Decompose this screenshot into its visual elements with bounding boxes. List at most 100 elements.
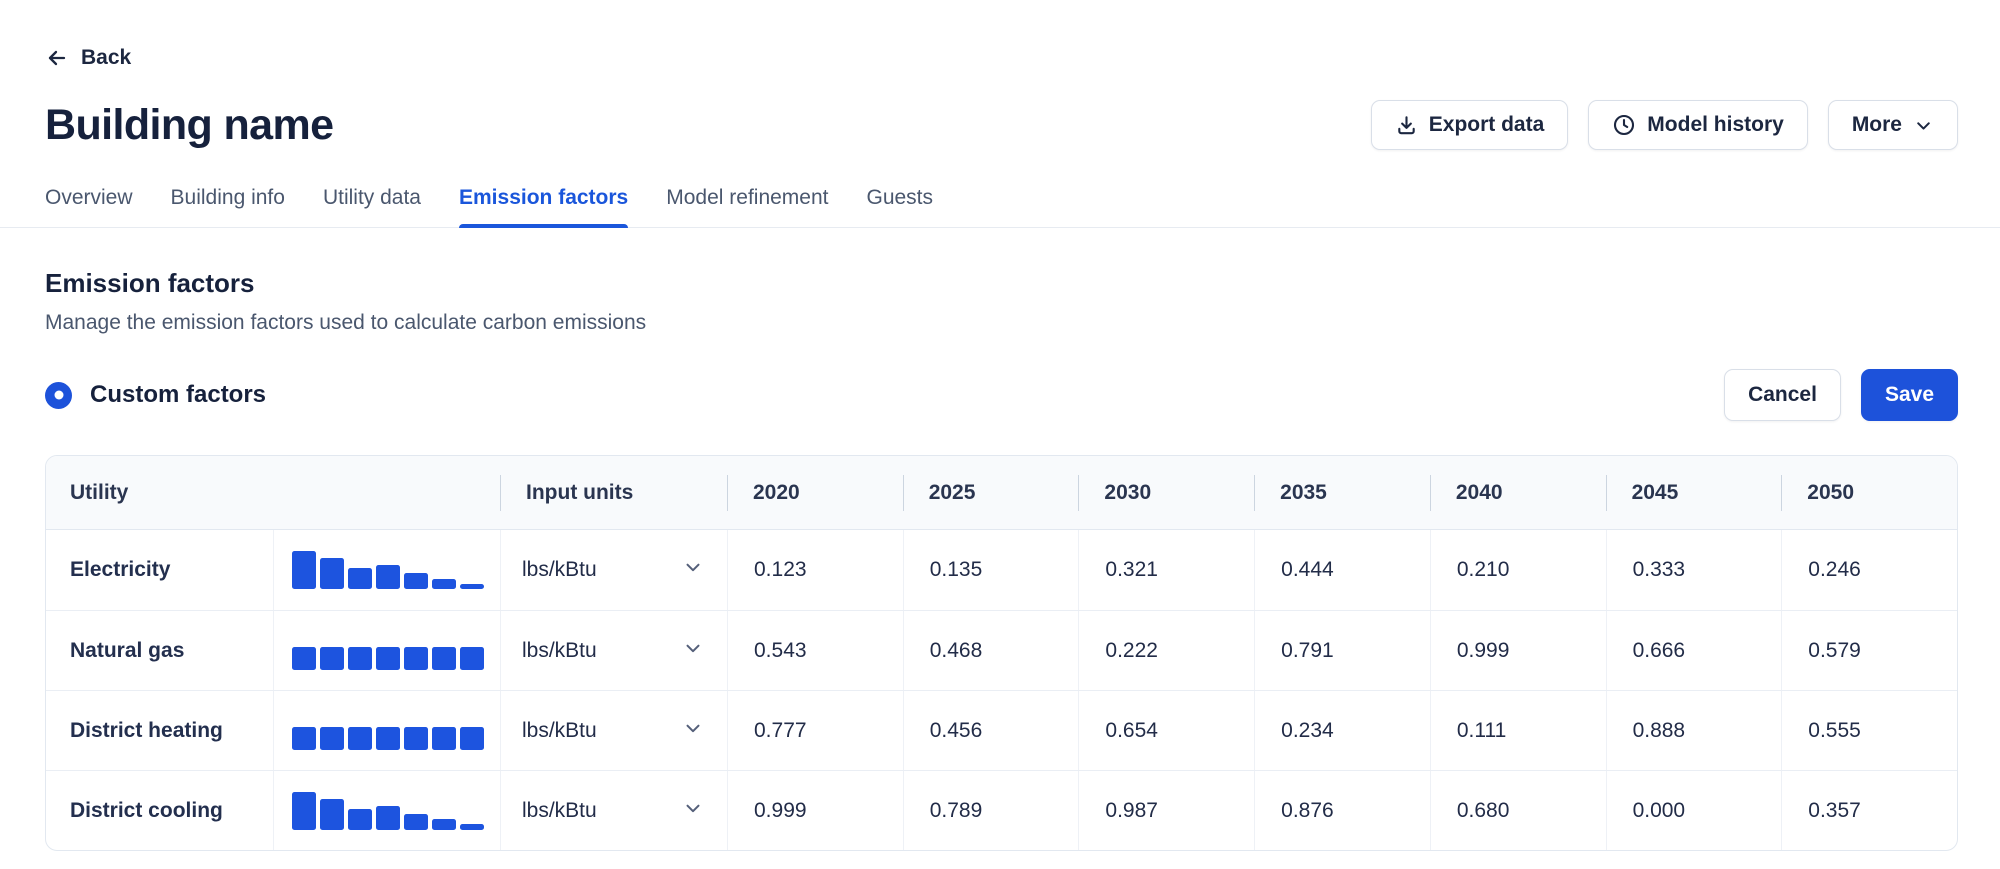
tab-building-info[interactable]: Building info bbox=[171, 186, 285, 227]
tab-overview[interactable]: Overview bbox=[45, 186, 133, 227]
input-units-select[interactable]: lbs/kBtu bbox=[500, 530, 727, 610]
factor-value-cell[interactable]: 0.444 bbox=[1254, 530, 1430, 610]
tab-emission-factors[interactable]: Emission factors bbox=[459, 186, 628, 227]
factor-value-cell[interactable]: 0.111 bbox=[1430, 691, 1606, 770]
clock-icon bbox=[1612, 113, 1636, 137]
factor-value-cell[interactable]: 0.680 bbox=[1430, 771, 1606, 850]
factor-value-cell[interactable]: 0.456 bbox=[903, 691, 1079, 770]
factor-value-cell[interactable]: 0.579 bbox=[1781, 611, 1957, 690]
factor-value-cell[interactable]: 0.999 bbox=[727, 771, 903, 850]
factor-value-cell[interactable]: 0.321 bbox=[1078, 530, 1254, 610]
title-row: Building name Export data Model history bbox=[45, 100, 1958, 150]
back-link[interactable]: Back bbox=[45, 46, 131, 70]
factor-value-cell[interactable]: 0.357 bbox=[1781, 771, 1957, 850]
column-header-utility: Utility bbox=[46, 456, 500, 529]
factor-value-cell[interactable]: 0.999 bbox=[1430, 611, 1606, 690]
tab-utility-data[interactable]: Utility data bbox=[323, 186, 421, 227]
sparkline bbox=[292, 551, 484, 589]
model-history-label: Model history bbox=[1647, 113, 1784, 137]
utility-name: Natural gas bbox=[46, 611, 273, 690]
sparkline-bar bbox=[404, 814, 428, 830]
back-label: Back bbox=[81, 46, 131, 70]
input-units-select[interactable]: lbs/kBtu bbox=[500, 691, 727, 770]
factor-value-cell[interactable]: 0.246 bbox=[1781, 530, 1957, 610]
factor-value-cell[interactable]: 0.555 bbox=[1781, 691, 1957, 770]
sparkline-bar bbox=[460, 824, 484, 829]
input-units-select[interactable]: lbs/kBtu bbox=[500, 771, 727, 850]
factor-value-cell[interactable]: 0.543 bbox=[727, 611, 903, 690]
table-row: District heating lbs/kBtu 0.7770.4560.65… bbox=[46, 690, 1957, 770]
sparkline-bar bbox=[460, 727, 484, 749]
sparkline-cell bbox=[273, 611, 500, 690]
sparkline-bar bbox=[432, 579, 456, 589]
export-data-button[interactable]: Export data bbox=[1371, 100, 1569, 150]
sparkline-bar bbox=[432, 647, 456, 669]
factor-value-cell[interactable]: 0.234 bbox=[1254, 691, 1430, 770]
factor-value-cell[interactable]: 0.666 bbox=[1606, 611, 1782, 690]
sparkline bbox=[292, 632, 484, 670]
emission-factors-table: Utility Input units 2020 2025 2030 2035 … bbox=[45, 455, 1958, 851]
download-icon bbox=[1395, 114, 1418, 137]
factor-value-cell[interactable]: 0.135 bbox=[903, 530, 1079, 610]
section-title: Emission factors bbox=[45, 268, 1958, 299]
column-header-2035: 2035 bbox=[1254, 456, 1430, 529]
sparkline-bar bbox=[292, 727, 316, 749]
table-header: Utility Input units 2020 2025 2030 2035 … bbox=[46, 456, 1957, 530]
sparkline-bar bbox=[432, 819, 456, 829]
chevron-down-icon bbox=[682, 637, 704, 665]
sparkline-bar bbox=[292, 551, 316, 589]
table-row: District cooling lbs/kBtu 0.9990.7890.98… bbox=[46, 770, 1957, 850]
sparkline-bar bbox=[292, 647, 316, 669]
table-body: Electricity lbs/kBtu 0.1230.1350.3210.44… bbox=[46, 530, 1957, 850]
sparkline-bar bbox=[404, 573, 428, 589]
radio-selected-icon[interactable] bbox=[45, 382, 72, 409]
chevron-down-icon bbox=[682, 556, 704, 584]
factor-value-cell[interactable]: 0.876 bbox=[1254, 771, 1430, 850]
sparkline-bar bbox=[348, 809, 372, 830]
factor-value-cell[interactable]: 0.468 bbox=[903, 611, 1079, 690]
utility-name: District cooling bbox=[46, 771, 273, 850]
sparkline-bar bbox=[460, 647, 484, 669]
tab-model-refinement[interactable]: Model refinement bbox=[666, 186, 828, 227]
sparkline-bar bbox=[348, 727, 372, 749]
factor-value-cell[interactable]: 0.888 bbox=[1606, 691, 1782, 770]
tabs-bar: Overview Building info Utility data Emis… bbox=[0, 186, 2000, 228]
input-units-value: lbs/kBtu bbox=[522, 799, 597, 823]
sparkline-bar bbox=[320, 727, 344, 749]
input-units-value: lbs/kBtu bbox=[522, 558, 597, 582]
factor-value-cell[interactable]: 0.000 bbox=[1606, 771, 1782, 850]
input-units-value: lbs/kBtu bbox=[522, 719, 597, 743]
table-row: Electricity lbs/kBtu 0.1230.1350.3210.44… bbox=[46, 530, 1957, 610]
controls-row: Custom factors Cancel Save bbox=[45, 369, 1958, 421]
cancel-button[interactable]: Cancel bbox=[1724, 369, 1841, 421]
building-detail-page: Back Building name Export data bbox=[0, 0, 2000, 851]
more-label: More bbox=[1852, 113, 1902, 137]
model-history-button[interactable]: Model history bbox=[1588, 100, 1808, 150]
factor-value-cell[interactable]: 0.987 bbox=[1078, 771, 1254, 850]
factor-value-cell[interactable]: 0.333 bbox=[1606, 530, 1782, 610]
factor-value-cell[interactable]: 0.222 bbox=[1078, 611, 1254, 690]
save-button[interactable]: Save bbox=[1861, 369, 1958, 421]
column-header-input-units: Input units bbox=[500, 456, 727, 529]
utility-name: District heating bbox=[46, 691, 273, 770]
edit-actions: Cancel Save bbox=[1724, 369, 1958, 421]
factor-value-cell[interactable]: 0.210 bbox=[1430, 530, 1606, 610]
factor-value-cell[interactable]: 0.791 bbox=[1254, 611, 1430, 690]
custom-factors-option[interactable]: Custom factors bbox=[45, 381, 266, 409]
more-button[interactable]: More bbox=[1828, 100, 1958, 150]
factor-value-cell[interactable]: 0.123 bbox=[727, 530, 903, 610]
input-units-select[interactable]: lbs/kBtu bbox=[500, 611, 727, 690]
sparkline bbox=[292, 712, 484, 750]
tab-guests[interactable]: Guests bbox=[866, 186, 933, 227]
sparkline-cell bbox=[273, 771, 500, 850]
sparkline-bar bbox=[320, 558, 344, 589]
input-units-value: lbs/kBtu bbox=[522, 639, 597, 663]
sparkline-bar bbox=[348, 568, 372, 589]
factor-value-cell[interactable]: 0.789 bbox=[903, 771, 1079, 850]
factor-value-cell[interactable]: 0.654 bbox=[1078, 691, 1254, 770]
column-header-2040: 2040 bbox=[1430, 456, 1606, 529]
page-title: Building name bbox=[45, 101, 333, 150]
table-row: Natural gas lbs/kBtu 0.5430.4680.2220.79… bbox=[46, 610, 1957, 690]
factor-value-cell[interactable]: 0.777 bbox=[727, 691, 903, 770]
sparkline-bar bbox=[404, 727, 428, 749]
